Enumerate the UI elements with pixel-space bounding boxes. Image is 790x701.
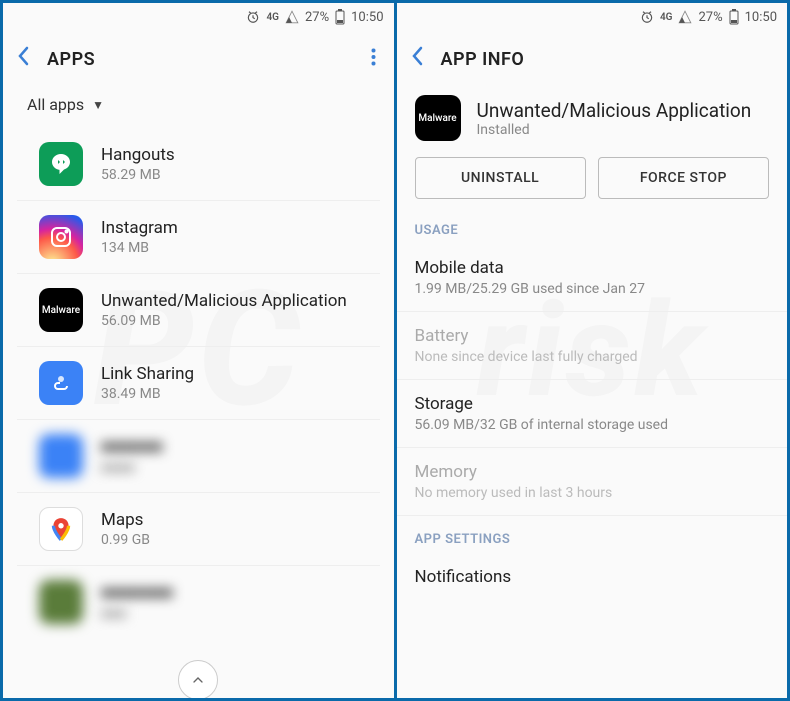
app-size: 38.49 MB xyxy=(101,386,194,402)
signal-icon xyxy=(678,10,692,24)
install-status: Installed xyxy=(477,122,752,138)
screen-app-info: risk 4G 27% 10:50 APP INFO Malware xyxy=(397,3,788,698)
maps-icon xyxy=(39,507,83,551)
alarm-icon xyxy=(640,10,654,24)
app-name: Maps xyxy=(101,510,150,530)
row-title: Battery xyxy=(415,326,770,346)
app-name: Unwanted/Malicious Application xyxy=(101,291,347,311)
app-size: 0.99 GB xyxy=(101,532,150,548)
app-size: ■■■■ xyxy=(101,459,163,476)
app-name: Unwanted/Malicious Application xyxy=(477,99,752,122)
chevron-up-icon xyxy=(190,672,206,688)
action-buttons: UNINSTALL FORCE STOP xyxy=(397,157,788,217)
row-mobile-data[interactable]: Mobile data 1.99 MB/25.29 GB used since … xyxy=(397,244,788,312)
battery-pct: 27% xyxy=(698,10,722,25)
row-notifications[interactable]: Notifications xyxy=(397,553,788,591)
row-sub: None since device last fully charged xyxy=(415,349,770,365)
app-item-hangouts[interactable]: Hangouts 58.29 MB xyxy=(17,128,380,201)
row-sub: 1.99 MB/25.29 GB used since Jan 27 xyxy=(415,281,770,297)
section-app-settings: APP SETTINGS xyxy=(397,526,788,553)
app-size: 56.09 MB xyxy=(101,313,347,329)
row-memory: Memory No memory used in last 3 hours xyxy=(397,448,788,516)
app-item-linksharing[interactable]: Link Sharing 38.49 MB xyxy=(17,347,380,420)
battery-icon xyxy=(335,9,345,25)
app-name: Hangouts xyxy=(101,145,175,165)
header: APP INFO xyxy=(397,31,788,87)
filter-label: All apps xyxy=(27,95,84,114)
row-title: Storage xyxy=(415,394,770,414)
page-title: APPS xyxy=(47,49,349,70)
status-bar: 4G 27% 10:50 xyxy=(3,3,394,31)
row-title: Mobile data xyxy=(415,258,770,278)
clock-label: 10:50 xyxy=(745,10,777,25)
link-sharing-icon xyxy=(39,361,83,405)
scroll-top-button[interactable] xyxy=(178,660,218,698)
battery-icon xyxy=(729,9,739,25)
back-icon[interactable] xyxy=(411,46,423,72)
app-item-instagram[interactable]: Instagram 134 MB xyxy=(17,201,380,274)
malware-icon: Malware xyxy=(39,288,83,332)
alarm-icon xyxy=(246,10,260,24)
app-size: ■■■ xyxy=(101,605,173,622)
app-name: ■■■■■■■ xyxy=(101,583,173,603)
header: APPS xyxy=(3,31,394,87)
malware-icon: Malware xyxy=(415,95,461,141)
tutorial-container: PC 4G 27% 10:50 APPS All ap xyxy=(0,0,790,701)
app-name: Instagram xyxy=(101,218,178,238)
clock-label: 10:50 xyxy=(351,10,383,25)
app-name: ■■■■■■ xyxy=(101,437,163,457)
chevron-down-icon: ▼ xyxy=(92,98,104,112)
app-item-blurred[interactable]: ■■■■■■ ■■■■ xyxy=(17,420,380,493)
blurred-icon xyxy=(39,434,83,478)
app-item-malicious[interactable]: Malware Unwanted/Malicious Application 5… xyxy=(17,274,380,347)
uninstall-button[interactable]: UNINSTALL xyxy=(415,157,586,199)
blurred-icon xyxy=(39,580,83,624)
status-bar: 4G 27% 10:50 xyxy=(397,3,788,31)
hangouts-icon xyxy=(39,142,83,186)
battery-pct: 27% xyxy=(305,10,329,25)
page-title: APP INFO xyxy=(441,49,774,70)
screen-apps-list: PC 4G 27% 10:50 APPS All ap xyxy=(3,3,394,698)
row-sub: 56.09 MB/32 GB of internal storage used xyxy=(415,417,770,433)
app-item-blurred[interactable]: ■■■■■■■ ■■■ xyxy=(17,566,380,638)
back-icon[interactable] xyxy=(17,46,29,72)
network-label: 4G xyxy=(266,12,279,23)
instagram-icon xyxy=(39,215,83,259)
app-name: Link Sharing xyxy=(101,364,194,384)
row-sub: No memory used in last 3 hours xyxy=(415,485,770,501)
app-list: Hangouts 58.29 MB Instagram 134 MB Malwa… xyxy=(3,128,394,638)
overflow-menu-icon[interactable] xyxy=(367,47,380,71)
force-stop-button[interactable]: FORCE STOP xyxy=(598,157,769,199)
row-title: Notifications xyxy=(415,567,770,587)
app-size: 58.29 MB xyxy=(101,167,175,183)
signal-icon xyxy=(285,10,299,24)
section-usage: USAGE xyxy=(397,217,788,244)
app-size: 134 MB xyxy=(101,240,178,256)
network-label: 4G xyxy=(660,12,673,23)
row-battery: Battery None since device last fully cha… xyxy=(397,312,788,380)
app-item-maps[interactable]: Maps 0.99 GB xyxy=(17,493,380,566)
filter-dropdown[interactable]: All apps ▼ xyxy=(3,87,394,128)
row-storage[interactable]: Storage 56.09 MB/32 GB of internal stora… xyxy=(397,380,788,448)
app-info-header: Malware Unwanted/Malicious Application I… xyxy=(397,87,788,157)
row-title: Memory xyxy=(415,462,770,482)
